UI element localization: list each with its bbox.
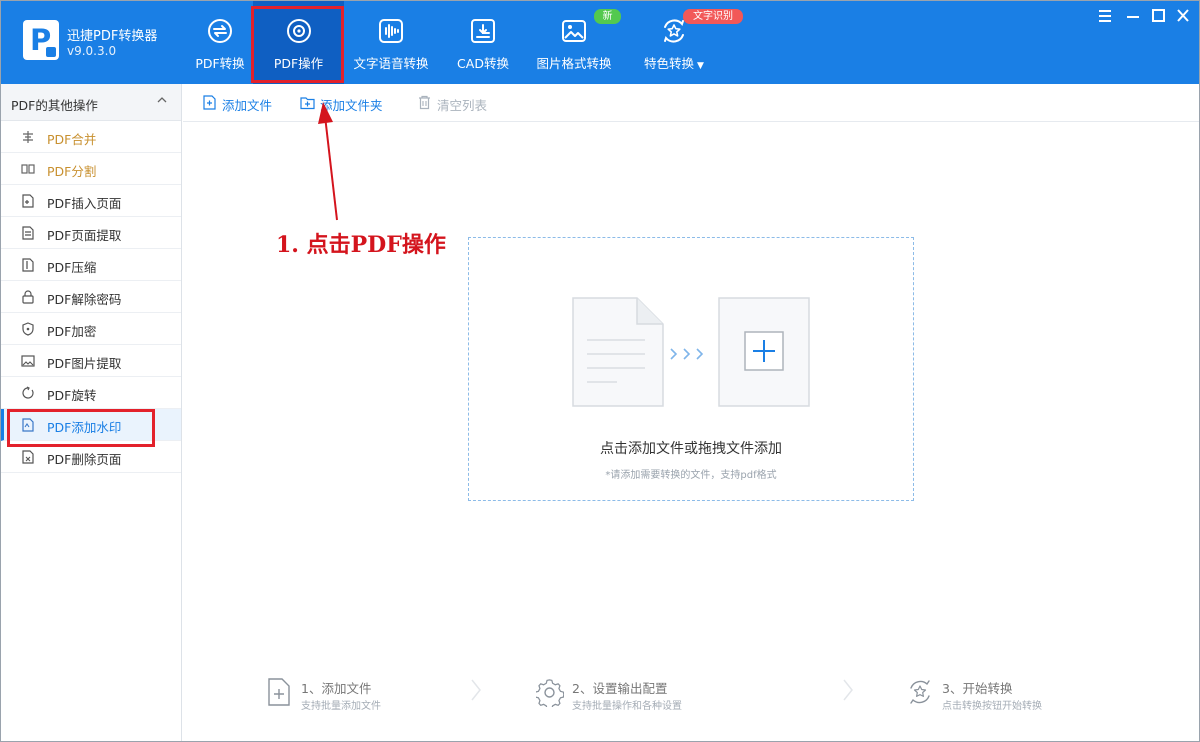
tab-voice-convert[interactable]: 文字语音转换 <box>349 1 433 84</box>
sidebar-item-delete-page[interactable]: PDF删除页面 <box>1 441 181 473</box>
sidebar-item-unlock[interactable]: PDF解除密码 <box>1 281 181 313</box>
sidebar-item-insert-page[interactable]: PDF插入页面 <box>1 185 181 217</box>
caret-down-icon[interactable]: ▼ <box>697 61 704 71</box>
add-file-step-icon <box>268 678 290 706</box>
sidebar-item-label: PDF删除页面 <box>47 452 122 467</box>
delete-page-icon <box>22 450 34 464</box>
sidebar-item-watermark[interactable]: PDF添加水印 <box>1 409 181 441</box>
shield-icon <box>22 322 34 336</box>
new-badge: 新 <box>594 9 621 24</box>
merge-icon <box>23 131 33 143</box>
sidebar-item-label: PDF合并 <box>47 132 97 147</box>
sidebar-item-label: PDF解除密码 <box>47 292 122 307</box>
split-icon <box>21 164 35 174</box>
dropzone-subtitle: *请添加需要转换的文件，支持pdf格式 <box>605 470 777 481</box>
sidebar-item-label: PDF添加水印 <box>47 420 122 435</box>
dropzone-title: 点击添加文件或拖拽文件添加 <box>600 441 782 457</box>
trash-icon <box>419 95 430 110</box>
tab-pdf-operate[interactable]: PDF操作 <box>253 1 344 84</box>
start-convert-icon <box>910 680 930 704</box>
add-file-button[interactable]: 添加文件 <box>202 84 282 122</box>
compress-icon <box>22 258 34 272</box>
tab-label: PDF操作 <box>273 56 324 71</box>
tab-label: CAD转换 <box>457 56 509 71</box>
step-start-convert: 3、开始转换 点击转换按钮开始转换 <box>906 675 1076 715</box>
tab-label: PDF转换 <box>195 56 245 71</box>
image-convert-icon <box>562 20 586 42</box>
minimize-icon[interactable] <box>1122 6 1144 26</box>
sidebar-item-merge[interactable]: PDF合并 <box>1 121 181 153</box>
app-name: 迅捷PDF转换器 <box>67 29 158 44</box>
sidebar: PDF的其他操作 PDF合并 PDF分割 PDF插入页面 PDF页面提取 PDF… <box>1 84 182 741</box>
chevron-up-icon[interactable] <box>157 95 167 105</box>
step-subtitle: 点击转换按钮开始转换 <box>942 701 1042 712</box>
voice-convert-icon <box>379 19 403 43</box>
cad-convert-icon <box>471 19 495 43</box>
tab-pdf-convert[interactable]: PDF转换 <box>187 1 253 84</box>
unlock-icon <box>22 290 34 304</box>
step-title: 3、开始转换 <box>942 681 1013 696</box>
app-logo: P <box>23 20 59 60</box>
step-output-settings: 2、设置输出配置 支持批量操作和各种设置 <box>536 675 716 715</box>
pdf-convert-icon <box>208 19 232 43</box>
sidebar-item-extract-page[interactable]: PDF页面提取 <box>1 217 181 249</box>
add-file-label: 添加文件 <box>222 98 273 113</box>
tab-label-text: 特色转换 <box>644 56 695 71</box>
step-title: 2、设置输出配置 <box>572 681 668 696</box>
step-subtitle: 支持批量操作和各种设置 <box>572 701 682 712</box>
sidebar-header-title: PDF的其他操作 <box>11 98 98 113</box>
sidebar-item-rotate[interactable]: PDF旋转 <box>1 377 181 409</box>
sidebar-item-label: PDF插入页面 <box>47 196 122 211</box>
sidebar-item-compress[interactable]: PDF压缩 <box>1 249 181 281</box>
app-version: v9.0.3.0 <box>67 44 117 58</box>
ocr-badge: 文字识别 <box>683 9 743 24</box>
extract-page-icon <box>22 226 34 240</box>
sidebar-item-label: PDF压缩 <box>47 260 97 275</box>
tab-cad-convert[interactable]: CAD转换 <box>450 1 516 84</box>
clear-list-button[interactable]: 清空列表 <box>417 84 497 122</box>
sidebar-header[interactable]: PDF的其他操作 <box>1 84 181 121</box>
chevron-right-icon <box>843 679 853 701</box>
step-subtitle: 支持批量添加文件 <box>301 701 381 712</box>
top-bar: P 迅捷PDF转换器 v9.0.3.0 PDF转换 PDF操作 文字语音转换 C… <box>1 1 1199 84</box>
sidebar-item-encrypt[interactable]: PDF加密 <box>1 313 181 345</box>
tab-label: 文字语音转换 <box>353 56 429 71</box>
pdf-operate-icon <box>286 19 311 43</box>
sidebar-item-label: PDF加密 <box>47 324 97 339</box>
tab-label: 特色转换 ▼ <box>634 53 714 72</box>
maximize-icon[interactable] <box>1147 6 1169 26</box>
sidebar-item-label: PDF分割 <box>47 164 97 179</box>
menu-icon[interactable] <box>1094 6 1116 26</box>
sidebar-item-label: PDF图片提取 <box>47 356 122 371</box>
annotation-arrow <box>318 102 338 221</box>
clear-list-label: 清空列表 <box>437 98 488 113</box>
insert-page-icon <box>22 194 34 208</box>
annotation-text: 1. 点击PDF操作 <box>276 232 446 258</box>
sidebar-item-label: PDF页面提取 <box>47 228 122 243</box>
sidebar-item-split[interactable]: PDF分割 <box>1 153 181 185</box>
app-window: P 迅捷PDF转换器 v9.0.3.0 PDF转换 PDF操作 文字语音转换 C… <box>0 0 1200 742</box>
watermark-icon <box>22 418 34 432</box>
image-extract-icon <box>21 355 35 367</box>
step-title: 1、添加文件 <box>301 681 372 696</box>
tab-label: 图片格式转换 <box>536 56 612 71</box>
settings-gear-icon <box>536 679 564 707</box>
step-add-file: 1、添加文件 支持批量添加文件 <box>265 675 425 715</box>
file-convert-illustration <box>572 297 810 407</box>
rotate-icon <box>22 386 34 399</box>
file-drop-zone[interactable]: 点击添加文件或拖拽文件添加 *请添加需要转换的文件，支持pdf格式 <box>468 237 914 501</box>
sidebar-item-image-extract[interactable]: PDF图片提取 <box>1 345 181 377</box>
sidebar-item-label: PDF旋转 <box>47 388 97 403</box>
chevron-right-icon <box>471 679 481 701</box>
close-icon[interactable] <box>1172 6 1194 26</box>
add-file-icon <box>203 95 216 110</box>
